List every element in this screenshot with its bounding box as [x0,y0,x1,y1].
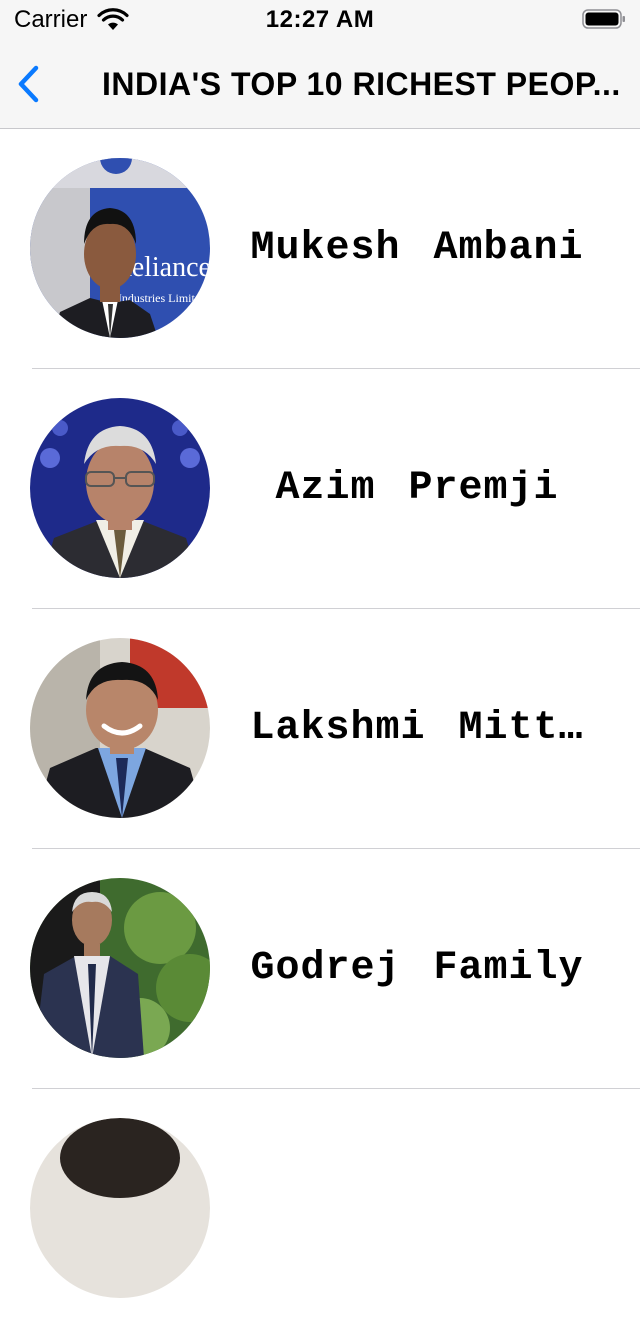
status-time: 12:27 AM [265,6,375,33]
person-name: Azim Premji [275,466,559,511]
chevron-left-icon [18,65,39,103]
status-bar: Carrier 12:27 AM [0,0,640,40]
person-name: Godrej Family [250,946,584,991]
avatar [30,638,210,818]
person-photo-icon [30,1118,210,1298]
person-name [222,1089,612,1328]
back-button[interactable] [14,64,44,104]
page-title: INDIA'S TOP 10 RICHEST PEOP... [102,66,621,102]
avatar [30,398,210,578]
person-name: Mukesh Ambani [250,226,584,271]
list-item-lakshmi-mittal[interactable]: Lakshmi Mitt… [30,609,640,849]
person-photo-icon [30,398,210,578]
list-item-partial[interactable] [30,1089,640,1328]
avatar [30,878,210,1058]
battery-icon [582,9,625,29]
list-item-mukesh-ambani[interactable]: Reliance Industries Limited Mukesh Amban… [30,129,640,369]
navigation-bar: INDIA'S TOP 10 RICHEST PEOP... [0,40,640,129]
list-item-godrej-family[interactable]: Godrej Family [30,849,640,1089]
person-photo-icon: Reliance Industries Limited [30,158,210,338]
person-photo-icon [30,878,210,1058]
people-list: Reliance Industries Limited Mukesh Amban… [0,129,640,1328]
person-photo-icon [30,638,210,818]
avatar [30,1118,210,1298]
list-item-azim-premji[interactable]: Azim Premji [30,369,640,609]
person-name: Lakshmi Mitt… [250,706,584,751]
avatar: Reliance Industries Limited [30,158,210,338]
